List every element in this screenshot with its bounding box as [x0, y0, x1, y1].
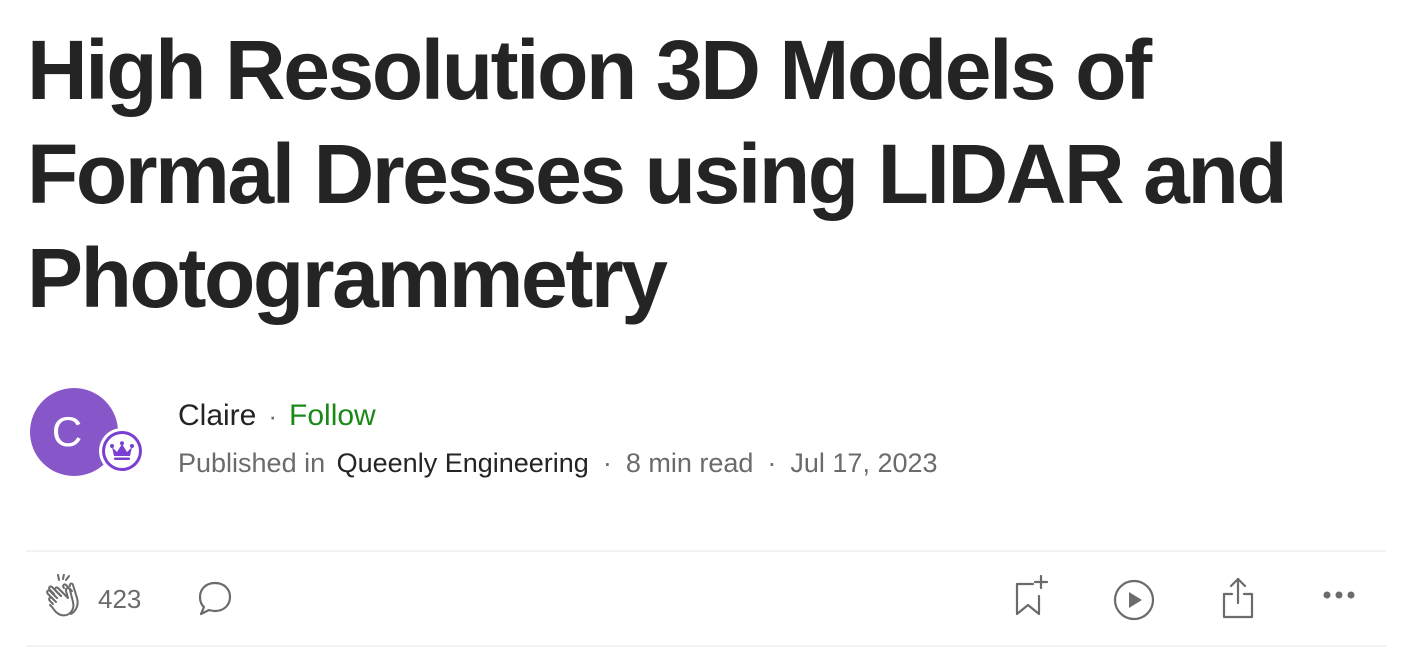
publication-link[interactable]: Queenly Engineering [337, 448, 589, 478]
follow-button[interactable]: Follow [289, 399, 376, 432]
more-horizontal-icon [1323, 591, 1355, 599]
divider-bottom [26, 645, 1386, 647]
separator-dot: · [268, 401, 278, 431]
clap-icon [46, 574, 79, 617]
share-icon [1222, 577, 1254, 619]
author-line: Claire · Follow [178, 398, 376, 434]
published-in-label: Published in [178, 448, 326, 478]
listen-button[interactable] [1112, 578, 1156, 622]
separator-dot: · [602, 448, 612, 478]
bookmark-add-icon [1015, 574, 1049, 616]
more-button[interactable] [1322, 590, 1356, 600]
clap-button[interactable] [44, 574, 88, 620]
action-bar: 423 [26, 560, 1386, 640]
author-name[interactable]: Claire [178, 399, 256, 432]
author-byline: C Claire · Follow Published in Queenly Eng… [30, 388, 1030, 484]
crown-icon [110, 441, 134, 460]
comment-button[interactable] [196, 580, 234, 618]
publish-date: Jul 17, 2023 [790, 448, 938, 478]
avatar-initial: C [51, 408, 83, 455]
publication-line: Published in Queenly Engineering · 8 min r… [178, 446, 938, 480]
bookmark-button[interactable] [1012, 574, 1052, 618]
comment-icon [198, 581, 232, 616]
separator-dot: · [767, 448, 777, 478]
share-button[interactable] [1220, 576, 1256, 620]
clap-count: 423 [98, 584, 142, 614]
play-circle-icon [1113, 579, 1155, 621]
publication-badge[interactable] [99, 428, 145, 474]
divider-top [26, 550, 1386, 552]
read-time: 8 min read [625, 448, 754, 478]
article-title: High Resolution 3D Models of Formal Dres… [27, 23, 1288, 325]
